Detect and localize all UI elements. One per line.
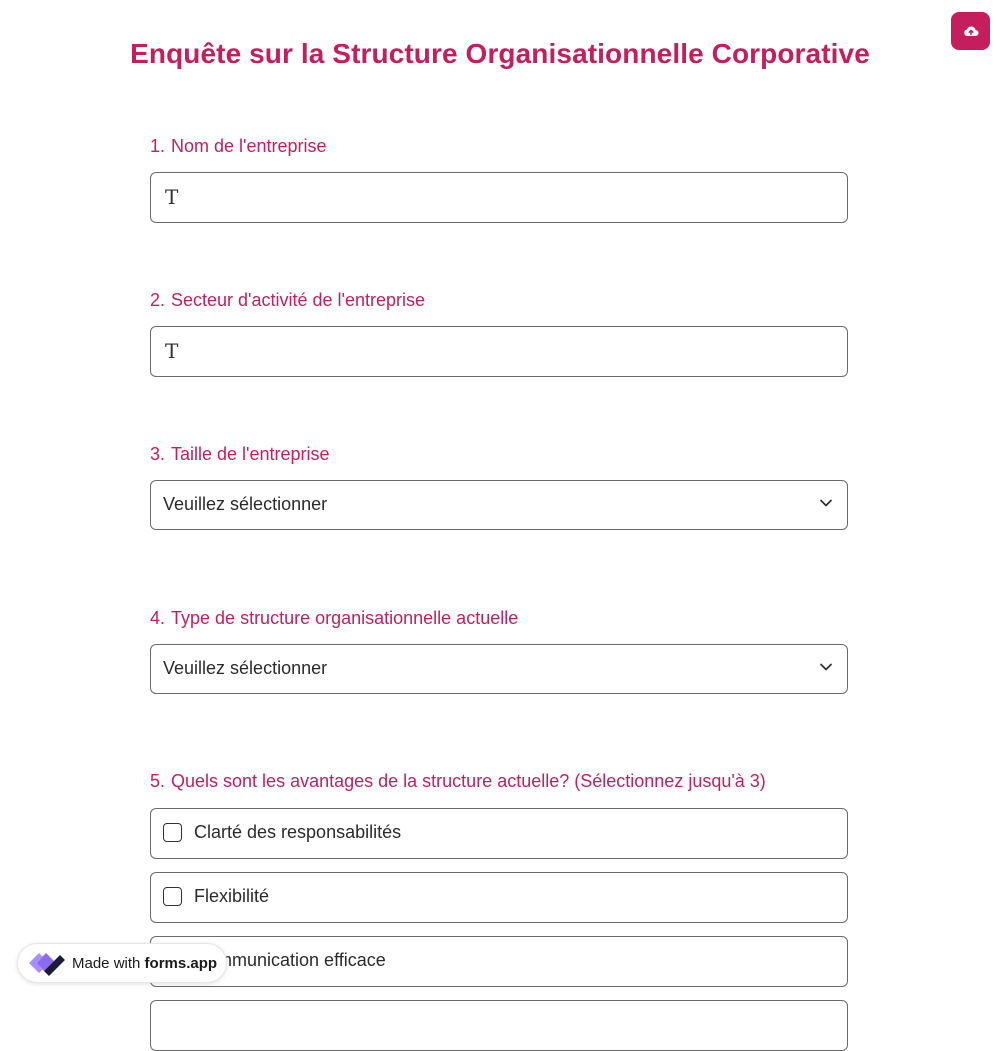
question-1-label: 1. Nom de l'entreprise bbox=[150, 136, 327, 157]
business-sector-field[interactable]: T bbox=[150, 326, 848, 378]
text-type-icon: T bbox=[165, 339, 179, 363]
question-text: Nom de l'entreprise bbox=[171, 136, 327, 156]
question-5-label: 5. Quels sont les avantages de la structu… bbox=[150, 771, 766, 792]
question-number: 3. bbox=[150, 444, 166, 464]
question-text: Secteur d'activité de l'entreprise bbox=[171, 290, 426, 310]
checkbox-option[interactable]: Flexibilité bbox=[150, 872, 848, 923]
select-placeholder: Veuillez sélectionner bbox=[163, 494, 328, 514]
question-number: 5. bbox=[150, 771, 166, 791]
forms-app-logo-icon bbox=[29, 953, 65, 976]
question-2-label: 2. Secteur d'activité de l'entreprise bbox=[150, 290, 425, 311]
upload-button[interactable] bbox=[951, 12, 990, 50]
question-number: 2. bbox=[150, 290, 166, 310]
chevron-down-icon bbox=[820, 499, 832, 507]
checkbox-option[interactable]: Clarté des responsabilités bbox=[150, 808, 848, 859]
question-text: Taille de l'entreprise bbox=[171, 444, 330, 464]
question-number: 4. bbox=[150, 608, 166, 628]
chevron-down-icon bbox=[820, 663, 832, 671]
company-size-select[interactable]: Veuillez sélectionner bbox=[150, 480, 848, 530]
text-type-icon: T bbox=[165, 185, 179, 209]
option-label: Clarté des responsabilités bbox=[194, 822, 402, 842]
business-sector-input[interactable] bbox=[197, 327, 837, 378]
page-title: Enquête sur la Structure Organisationnel… bbox=[130, 38, 870, 69]
company-name-input[interactable] bbox=[197, 173, 837, 224]
badge-text: Made with forms.app bbox=[72, 955, 217, 972]
checkbox-option[interactable]: Communication efficace bbox=[150, 936, 848, 987]
question-text: Quels sont les avantages de la structure… bbox=[171, 771, 766, 791]
question-4-label: 4. Type de structure organisationnelle ac… bbox=[150, 608, 518, 629]
badge-brand: forms.app bbox=[144, 954, 218, 972]
option-label: Flexibilité bbox=[194, 886, 270, 906]
select-placeholder: Veuillez sélectionner bbox=[163, 658, 328, 678]
made-with-badge[interactable]: Made with forms.app bbox=[17, 943, 227, 983]
checkbox[interactable] bbox=[163, 823, 182, 842]
badge-prefix: Made with bbox=[72, 954, 141, 972]
question-3-label: 3. Taille de l'entreprise bbox=[150, 444, 330, 465]
checkbox-option[interactable] bbox=[150, 1000, 848, 1051]
question-text: Type de structure organisationnelle actu… bbox=[171, 608, 519, 628]
question-number: 1. bbox=[150, 136, 166, 156]
company-name-field[interactable]: T bbox=[150, 172, 848, 224]
cloud-upload-icon bbox=[963, 26, 979, 37]
checkbox[interactable] bbox=[163, 887, 182, 906]
structure-type-select[interactable]: Veuillez sélectionner bbox=[150, 644, 848, 694]
